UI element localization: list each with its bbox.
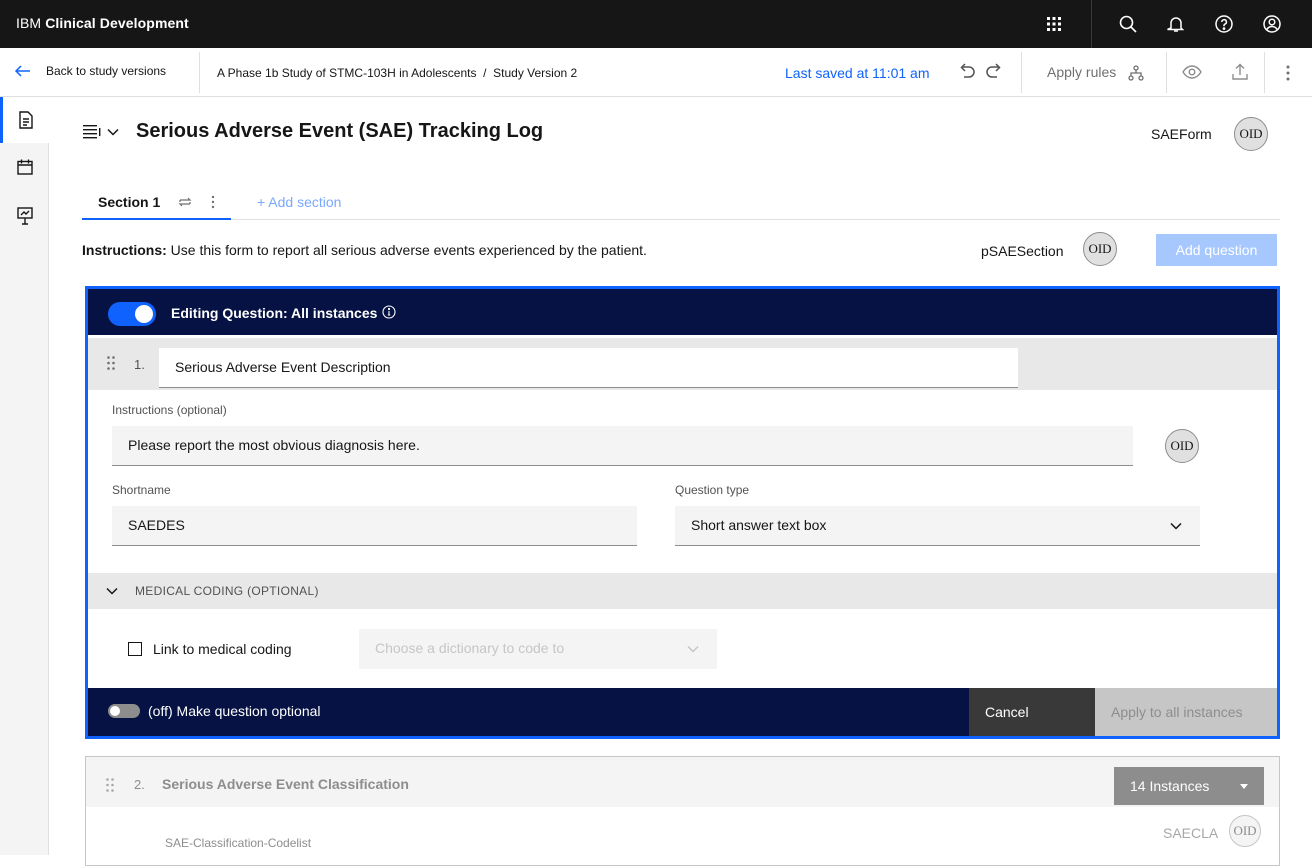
dictionary-select[interactable]: Choose a dictionary to code to (359, 629, 717, 669)
drag-handle-icon[interactable] (107, 356, 115, 370)
breadcrumb[interactable]: A Phase 1b Study of STMC-103H in Adolesc… (217, 66, 577, 80)
question-oid-badge[interactable]: OID (1229, 815, 1261, 847)
undo-icon[interactable] (956, 63, 976, 81)
divider (199, 52, 200, 93)
notification-icon[interactable] (1152, 0, 1200, 48)
top-bar: IBM Clinical Development (0, 0, 1312, 48)
edit-mode-toggle[interactable] (108, 302, 156, 326)
add-question-button[interactable]: Add question (1156, 234, 1277, 266)
optional-toggle-label: (off) Make question optional (148, 703, 321, 719)
instructions-text: Use this form to report all serious adve… (166, 242, 647, 258)
form-oid-name: SAEForm (1151, 126, 1212, 142)
presentation-icon (16, 207, 33, 225)
question-type-value: Short answer text box (691, 517, 827, 533)
dictionary-placeholder: Choose a dictionary to code to (375, 640, 565, 656)
form-title: Serious Adverse Event (SAE) Tracking Log (136, 120, 544, 142)
app-switcher-icon[interactable] (1030, 0, 1078, 48)
chevron-down-icon (687, 645, 699, 653)
editor-header: Editing Question: All instances (88, 289, 1277, 335)
tab-section-1[interactable]: Section 1 (82, 184, 231, 220)
question-shortname: SAECLA (1163, 825, 1219, 841)
shortname-label: Shortname (112, 483, 171, 497)
brand-prefix: IBM (16, 15, 42, 31)
question-type-label: Question type (675, 483, 750, 497)
question-instructions-input[interactable]: Please report the most obvious diagnosis… (112, 426, 1133, 466)
section-instructions: Instructions: Use this form to report al… (82, 242, 647, 258)
form-oid-badge[interactable]: OID (1234, 117, 1268, 151)
divider (1166, 52, 1167, 93)
medical-coding-accordion[interactable]: MEDICAL CODING (OPTIONAL) (88, 573, 1277, 609)
section-oid-badge[interactable]: OID (1083, 232, 1117, 266)
apply-rules-label: Apply rules (1047, 64, 1117, 80)
question-row: 1. Serious Adverse Event Description (88, 338, 1277, 390)
chevron-down-icon (1170, 522, 1182, 530)
question-oid-badge[interactable]: OID (1165, 429, 1199, 463)
section-oid-name: pSAESection (981, 243, 1064, 259)
side-nav (0, 97, 49, 855)
outline-menu-icon[interactable] (83, 125, 119, 139)
link-medical-coding-checkbox[interactable] (128, 642, 142, 656)
instances-dropdown-button[interactable]: 14 Instances (1114, 767, 1264, 805)
divider (1264, 52, 1265, 93)
main-content: Serious Adverse Event (SAE) Tracking Log… (49, 97, 1312, 866)
divider (1021, 52, 1022, 93)
editor-footer: (off) Make question optional Cancel Appl… (88, 688, 1277, 736)
calendar-icon (16, 159, 33, 175)
question-type-select[interactable]: Short answer text box (675, 506, 1200, 546)
caret-down-icon (1240, 784, 1248, 789)
question-number: 2. (134, 777, 145, 792)
accordion-title: MEDICAL CODING (OPTIONAL) (135, 584, 319, 598)
question-editor: Editing Question: All instances 1. Serio… (85, 286, 1280, 739)
question-title: Serious Adverse Event Classification (162, 776, 409, 792)
tab-overflow-icon[interactable] (211, 195, 215, 209)
redo-icon[interactable] (985, 63, 1005, 81)
question-card: 2. Serious Adverse Event Classification … (85, 756, 1280, 866)
tab-label: Section 1 (98, 194, 161, 210)
user-icon[interactable] (1248, 0, 1296, 48)
instances-label: 14 Instances (1130, 778, 1210, 794)
last-saved-status: Last saved at 11:01 am (785, 65, 930, 81)
instructions-field-label: Instructions (optional) (112, 403, 227, 417)
apply-to-all-button[interactable]: Apply to all instances (1095, 688, 1277, 736)
preview-eye-icon[interactable] (1182, 65, 1202, 79)
chevron-down-icon (107, 128, 119, 136)
question-number: 1. (134, 357, 145, 372)
document-icon (19, 111, 33, 129)
help-icon[interactable] (1200, 0, 1248, 48)
brand[interactable]: IBM Clinical Development (16, 15, 189, 31)
checkbox-label: Link to medical coding (153, 641, 292, 657)
sidenav-item-presentation[interactable] (0, 193, 49, 239)
search-icon[interactable] (1104, 0, 1152, 48)
question-card-header[interactable]: 2. Serious Adverse Event Classification … (86, 757, 1279, 807)
add-section-link[interactable]: + Add section (257, 194, 341, 210)
overflow-menu-icon[interactable] (1286, 65, 1290, 81)
cancel-button[interactable]: Cancel (969, 688, 1095, 736)
back-link[interactable]: Back to study versions (14, 64, 166, 78)
shortname-input[interactable]: SAEDES (112, 506, 637, 546)
sidenav-item-forms[interactable] (0, 97, 49, 143)
apply-rules-button[interactable]: Apply rules (1047, 64, 1116, 80)
flow-icon[interactable] (1128, 65, 1144, 81)
sidenav-item-schedule[interactable] (0, 144, 49, 190)
drag-handle-icon[interactable] (106, 778, 114, 792)
repeat-icon[interactable] (178, 195, 192, 209)
chevron-down-icon (106, 587, 118, 595)
arrow-left-icon (14, 65, 30, 77)
question-text-input[interactable]: Serious Adverse Event Description (159, 348, 1018, 388)
topbar-divider (1091, 0, 1092, 48)
info-icon[interactable] (382, 305, 396, 319)
editor-title: Editing Question: All instances (171, 305, 378, 321)
sub-header: Back to study versions A Phase 1b Study … (0, 48, 1312, 97)
section-tabs: Section 1 + Add section (82, 184, 1280, 220)
back-link-label: Back to study versions (46, 64, 167, 78)
codelist-name: SAE-Classification-Codelist (165, 836, 312, 850)
brand-name: Clinical Development (45, 15, 189, 31)
optional-toggle[interactable] (108, 704, 140, 718)
export-icon[interactable] (1231, 63, 1249, 81)
instructions-label: Instructions: (82, 242, 167, 258)
